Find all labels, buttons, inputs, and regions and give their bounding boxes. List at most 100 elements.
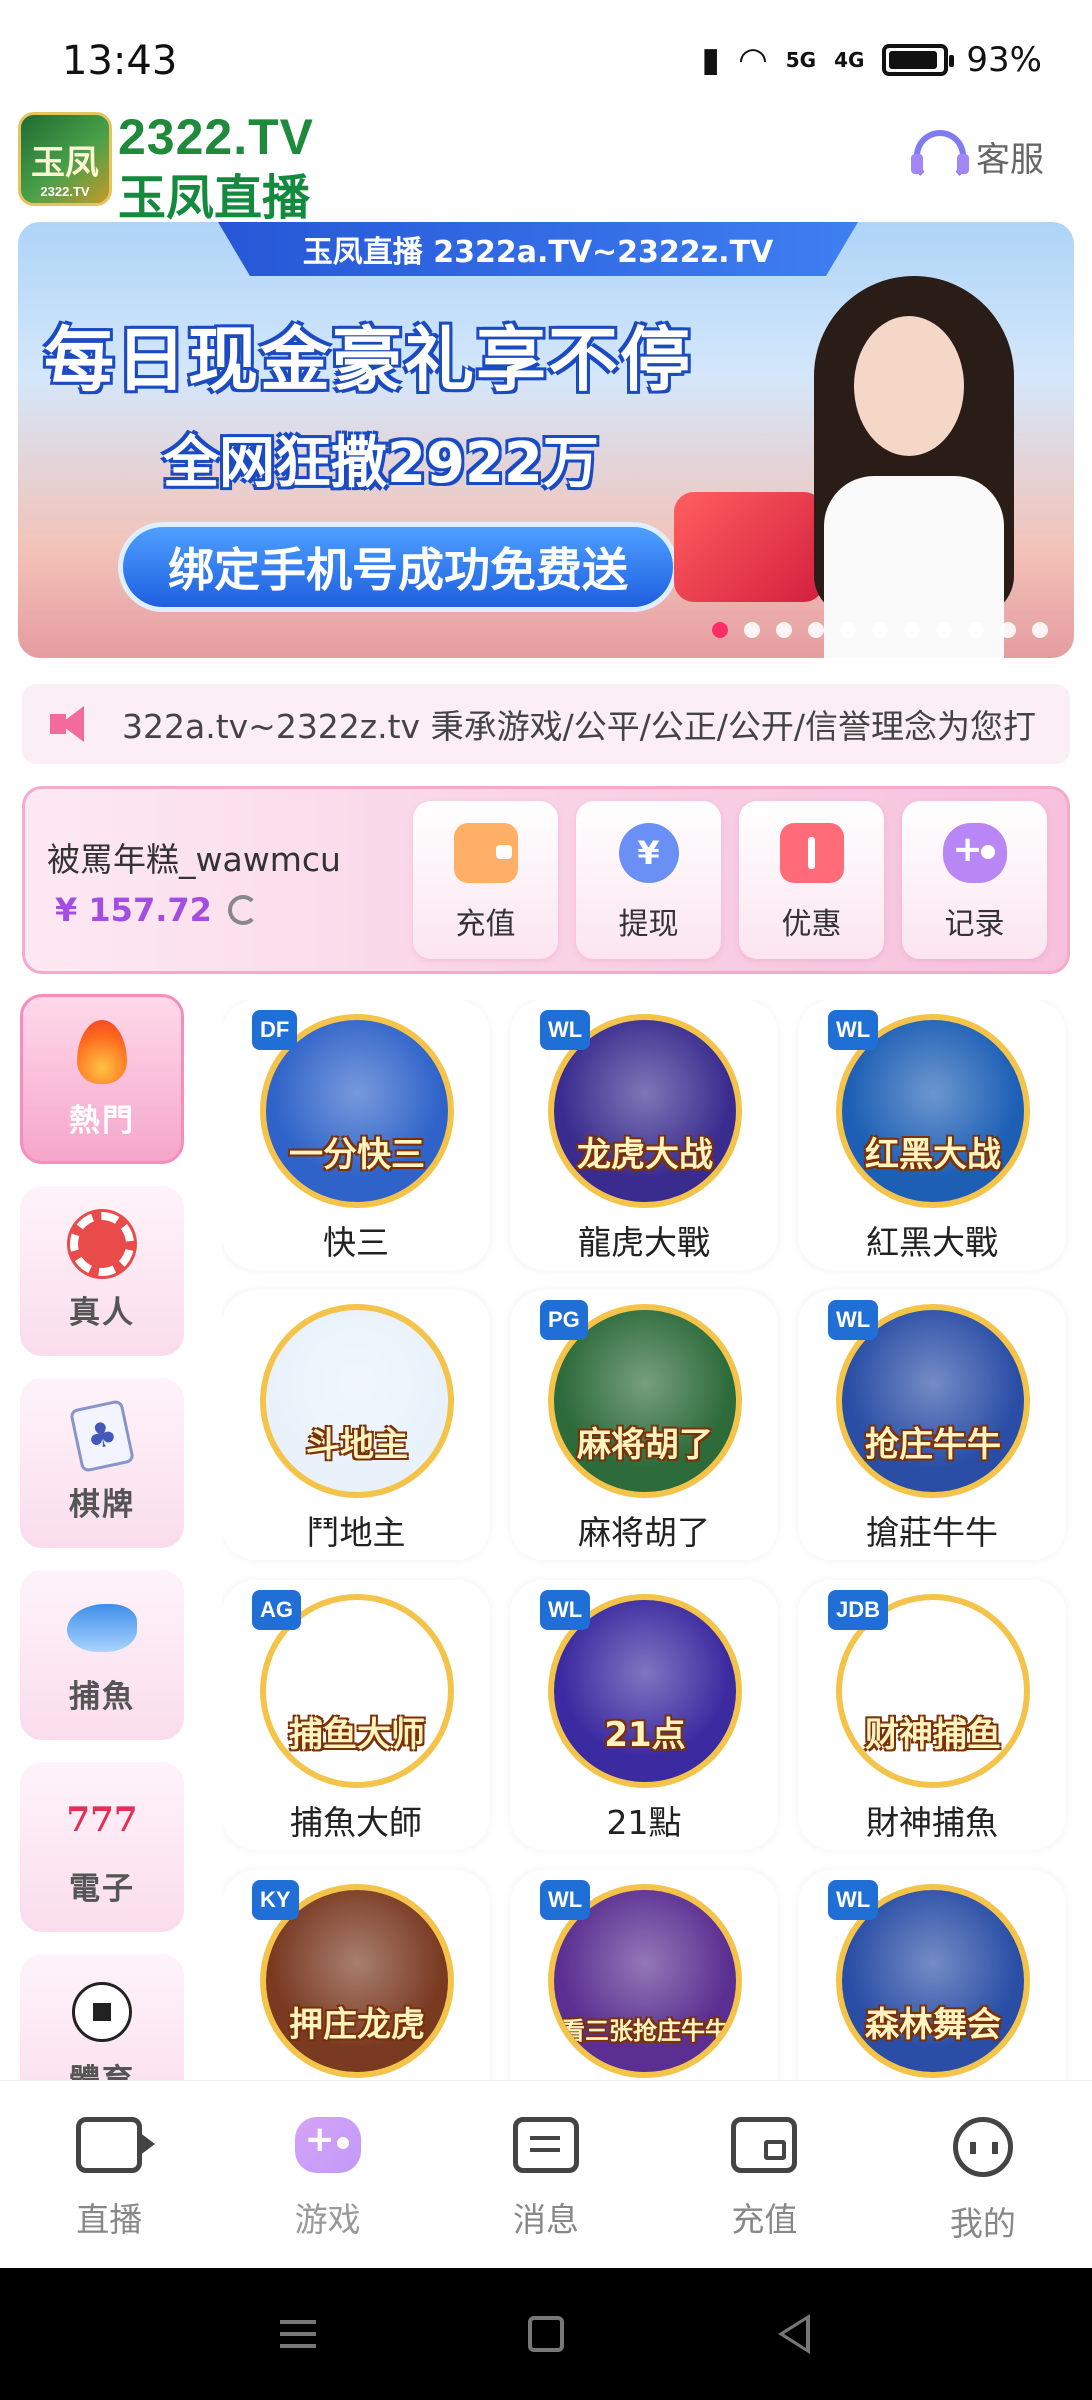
game-card[interactable]: 捕鱼大师 AG 捕魚大師 [222,1580,490,1850]
announcement-marquee[interactable]: 322a.tv~2322z.tv 秉承游戏/公平/公正/公开/信誉理念为您打 [22,684,1070,764]
category-label: 電子 [69,1870,135,1907]
provider-badge: PG [540,1300,588,1340]
game-name: 財神捕魚 [866,1803,998,1842]
speaker-icon [50,706,92,742]
app-header: 玉凤 2322.TV 2322.TV 玉凤直播 客服 [0,100,1092,226]
game-art-title: 森林舞会 [865,2005,1001,2045]
game-art-title: 红黑大战 [865,1135,1001,1175]
game-card[interactable]: 财神捕鱼 JDB 財神捕魚 [798,1580,1066,1850]
banner-bind-phone-button[interactable]: 绑定手机号成功免费送 [118,522,678,612]
game-card[interactable]: 麻将胡了 PG 麻将胡了 [510,1290,778,1560]
game-name: 捕魚大師 [290,1803,422,1842]
promo-banner[interactable]: 玉凤直播 2322a.TV~2322z.TV 每日现金豪礼享不停 全网狂撒292… [18,222,1074,658]
banner-dot[interactable] [744,622,760,638]
banner-subheadline: 全网狂撒2922万 [163,431,599,496]
game-art-title: 看三张抢庄牛牛 [561,2017,729,2045]
cards-icon: ♣ [67,1398,137,1473]
promotions-label: 优惠 [781,907,842,942]
game-card[interactable]: 押庄龙虎 KY [222,1870,490,2080]
game-card[interactable]: 一分快三 DF 快三 [222,1000,490,1270]
logo-badge-subtext: 2322.TV [40,184,90,199]
category-label: 熱門 [69,1102,135,1139]
category-sidebar: 熱門 真人 ♣ 棋牌 捕魚 777 電子 體育 [18,994,186,2080]
home-icon[interactable] [528,2316,564,2352]
banner-dot[interactable] [808,622,824,638]
recent-apps-icon[interactable] [280,2320,316,2324]
tab-deposit[interactable]: 充值 [655,2081,873,2268]
battery-percent: 93% [966,40,1042,80]
tab-label: 游戏 [294,2200,361,2239]
category-label: 棋牌 [69,1486,135,1523]
banner-tag: 玉凤直播 2322a.TV~2322z.TV [218,222,858,276]
banner-dot[interactable] [776,622,792,638]
game-art-title: 押庄龙虎 [289,2005,425,2045]
provider-badge: WL [828,1300,879,1340]
tab-games[interactable]: 游戏 [218,2081,436,2268]
banner-dot[interactable] [872,622,888,638]
category-label: 體育 [69,2055,135,2081]
slot-777-icon: 777 [66,1799,138,1840]
game-card[interactable]: 21点 WL 21點 [510,1580,778,1850]
live-camera-icon [76,2117,156,2173]
records-label: 记录 [944,907,1005,942]
game-name: 快三 [323,1223,389,1262]
battery-icon [882,44,955,76]
customer-service-button[interactable]: 客服 [911,130,1044,182]
deposit-button[interactable]: 充值 [413,801,558,959]
banner-dot[interactable] [840,622,856,638]
game-name: 紅黑大戰 [866,1223,998,1262]
provider-badge: WL [540,1590,591,1630]
wallet-icon [731,2117,798,2173]
game-card[interactable]: 斗地主 鬥地主 [222,1290,490,1560]
category-sports[interactable]: 體育 [20,1954,184,2080]
category-card-games[interactable]: ♣ 棋牌 [20,1378,184,1548]
tab-messages[interactable]: 消息 [437,2081,655,2268]
balance: ¥ 157.72 [55,891,258,929]
records-button[interactable]: 记录 [902,801,1047,959]
tab-label: 充值 [731,2200,798,2239]
banner-dot[interactable] [936,622,952,638]
game-name: 鬥地主 [306,1513,406,1552]
back-icon[interactable] [778,2314,810,2354]
banner-pagination[interactable] [712,622,1048,638]
tab-live[interactable]: 直播 [0,2081,218,2268]
game-art-title: 抢庄牛牛 [865,1425,1001,1465]
refresh-icon[interactable] [227,895,258,925]
yuan-icon: ¥ [618,823,679,883]
game-card[interactable]: 红黑大战 WL 紅黑大戰 [798,1000,1066,1270]
announcement-text: 322a.tv~2322z.tv 秉承游戏/公平/公正/公开/信誉理念为您打 [122,707,1037,746]
provider-badge: JDB [828,1590,889,1630]
banner-dot[interactable] [904,622,920,638]
promotions-button[interactable]: 优惠 [739,801,884,959]
battery-level [889,51,938,69]
game-card[interactable]: 龙虎大战 WL 龍虎大戰 [510,1000,778,1270]
banner-dot[interactable] [1000,622,1016,638]
app-logo-badge: 玉凤 2322.TV [18,112,112,206]
game-art-title: 21点 [604,1715,686,1755]
status-icons: ▮ ◠ 5G 4G 93% [701,40,1042,80]
category-slots[interactable]: 777 電子 [20,1762,184,1932]
game-card[interactable]: 森林舞会 WL [798,1870,1066,2080]
provider-badge: DF [252,1010,298,1050]
category-fishing[interactable]: 捕魚 [20,1570,184,1740]
category-hot[interactable]: 熱門 [20,994,184,1164]
logo-badge-text: 玉凤 [31,142,99,183]
category-live-casino[interactable]: 真人 [20,1186,184,1356]
banner-dot[interactable] [712,622,728,638]
provider-badge: WL [828,1880,879,1920]
game-card[interactable]: 看三张抢庄牛牛 WL [510,1870,778,2080]
game-name: 搶莊牛牛 [866,1513,998,1552]
bottom-tab-bar: 直播 游戏 消息 充值 我的 [0,2080,1092,2268]
game-art-title: 斗地主 [306,1425,408,1465]
tab-profile[interactable]: 我的 [874,2081,1092,2268]
game-card[interactable]: 抢庄牛牛 WL 搶莊牛牛 [798,1290,1066,1560]
provider-badge: WL [540,1880,591,1920]
banner-dot[interactable] [968,622,984,638]
soccer-ball-icon [67,1979,137,2045]
banner-dot[interactable] [1032,622,1048,638]
shark-icon [67,1595,137,1661]
tab-label: 我的 [949,2204,1016,2243]
provider-badge: AG [252,1590,301,1630]
withdraw-button[interactable]: ¥ 提现 [576,801,721,959]
profile-icon [952,2117,1013,2177]
